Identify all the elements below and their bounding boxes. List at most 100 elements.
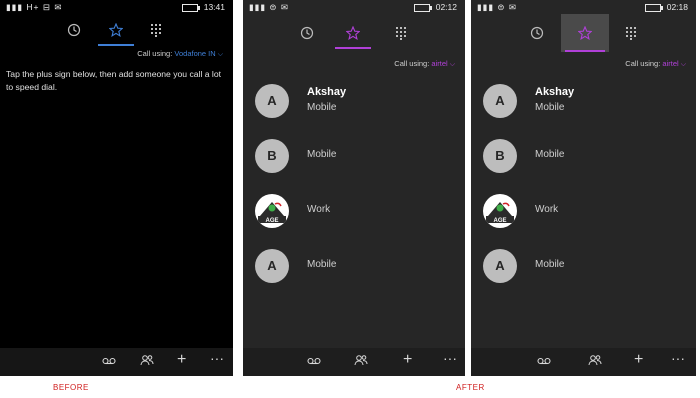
- contact-name: Akshay: [307, 86, 347, 98]
- tab-speed-dial[interactable]: [561, 14, 609, 52]
- clock: 13:41: [203, 2, 225, 12]
- voicemail-button[interactable]: [307, 354, 321, 368]
- status-bar: ▮▮▮ ⊜ ✉ 02:12: [243, 0, 465, 14]
- speed-dial-contact[interactable]: B Mobile: [255, 139, 455, 179]
- contacts-button[interactable]: [588, 354, 602, 368]
- add-button[interactable]: +: [634, 351, 644, 368]
- tab-history[interactable]: [285, 19, 329, 49]
- svg-text:AGE: AGE: [265, 218, 278, 224]
- people-icon: [140, 355, 154, 366]
- after-phone-screen-1: ▮▮▮ ⊜ ✉ 02:12 Call using: airtel ⌵ A Aksh…: [243, 0, 465, 376]
- history-icon: [300, 26, 314, 40]
- chevron-down-icon: ⌵: [217, 51, 223, 58]
- speed-dial-contact[interactable]: A Akshay Mobile: [483, 84, 683, 124]
- speed-dial-contact[interactable]: A Akshay Mobile: [255, 84, 455, 124]
- call-using-network: airtel: [662, 59, 679, 68]
- tab-speed-dial[interactable]: [94, 16, 138, 46]
- contacts-button[interactable]: [140, 354, 154, 368]
- logo-icon: AGE: [486, 202, 514, 224]
- people-icon: [354, 355, 368, 366]
- plus-icon: +: [634, 351, 644, 368]
- speed-dial-empty-hint: Tap the plus sign below, then add someon…: [6, 69, 221, 92]
- add-button[interactable]: +: [177, 351, 187, 368]
- speed-dial-contact[interactable]: A Mobile: [255, 249, 455, 289]
- voicemail-button[interactable]: [537, 354, 551, 368]
- voicemail-icon: [102, 357, 116, 365]
- avatar: A: [255, 249, 289, 283]
- contact-number-type: Mobile: [307, 259, 337, 270]
- more-icon: ···: [443, 350, 457, 366]
- dialer-tabs: [243, 19, 465, 51]
- avatar: B: [255, 139, 289, 173]
- tab-speed-dial[interactable]: [331, 19, 375, 49]
- clock: 02:18: [666, 2, 688, 12]
- star-icon: [108, 22, 124, 37]
- after-caption: AFTER: [456, 383, 485, 392]
- call-using-selector[interactable]: Call using: airtel ⌵: [394, 59, 455, 69]
- active-tab-indicator: [335, 47, 371, 49]
- contacts-button[interactable]: [354, 354, 368, 368]
- call-using-network: Vodafone IN: [174, 49, 216, 58]
- speed-dial-contact[interactable]: AGE Work: [255, 194, 455, 234]
- call-using-network: airtel: [431, 59, 448, 68]
- plus-icon: +: [177, 351, 187, 368]
- more-button[interactable]: ···: [671, 351, 685, 365]
- star-icon: [345, 25, 361, 40]
- dialer-tabs: [0, 16, 233, 48]
- more-button[interactable]: ···: [210, 351, 224, 365]
- tab-keypad[interactable]: [134, 16, 178, 46]
- plus-icon: +: [403, 351, 413, 368]
- app-bar: + ···: [0, 348, 233, 376]
- active-tab-indicator: [565, 50, 605, 52]
- avatar: A: [483, 84, 517, 118]
- logo-icon: AGE: [258, 202, 286, 224]
- tab-history[interactable]: [52, 16, 96, 46]
- status-right: 02:18: [644, 2, 688, 12]
- contact-name: Akshay: [535, 86, 575, 98]
- avatar: A: [483, 249, 517, 283]
- speed-dial-contact[interactable]: AGE Work: [483, 194, 683, 234]
- avatar: AGE: [483, 194, 517, 228]
- call-using-selector[interactable]: Call using: Vodafone IN ⌵: [137, 49, 223, 59]
- contact-number-type: Work: [535, 204, 559, 215]
- history-icon: [67, 23, 81, 37]
- call-using-label: Call using:: [625, 59, 661, 68]
- battery-icon: [644, 3, 663, 12]
- app-bar: + ···: [243, 348, 465, 376]
- more-button[interactable]: ···: [443, 351, 457, 365]
- voicemail-icon: [307, 357, 321, 365]
- before-phone-screen: ▮▮▮ H+ ⊟ ✉ 13:41 Call using: Vodafone IN…: [0, 0, 233, 376]
- keypad-icon: [396, 27, 406, 40]
- signal-indicator: ▮▮▮ ⊜ ✉: [477, 2, 517, 12]
- tab-keypad[interactable]: [379, 19, 423, 49]
- chevron-down-icon: ⌵: [449, 61, 455, 68]
- battery-icon: [413, 3, 432, 12]
- contact-number-type: Mobile: [307, 149, 337, 160]
- signal-indicator: ▮▮▮ H+ ⊟ ✉: [6, 2, 63, 12]
- call-using-selector[interactable]: Call using: airtel ⌵: [625, 59, 686, 69]
- status-right: 02:12: [413, 2, 457, 12]
- before-caption: BEFORE: [53, 383, 89, 392]
- tab-history[interactable]: [515, 19, 559, 49]
- more-icon: ···: [671, 350, 685, 366]
- contact-number-type: Mobile: [535, 259, 565, 270]
- status-bar: ▮▮▮ H+ ⊟ ✉ 13:41: [0, 0, 233, 14]
- keypad-icon: [151, 24, 161, 37]
- avatar: B: [483, 139, 517, 173]
- add-button[interactable]: +: [403, 351, 413, 368]
- avatar: AGE: [255, 194, 289, 228]
- signal-indicator: ▮▮▮ ⊜ ✉: [249, 2, 289, 12]
- speed-dial-contact[interactable]: B Mobile: [483, 139, 683, 179]
- active-tab-indicator: [98, 44, 134, 46]
- tab-keypad[interactable]: [609, 19, 653, 49]
- app-bar: + ···: [471, 348, 696, 376]
- clock: 02:12: [435, 2, 457, 12]
- keypad-icon: [626, 27, 636, 40]
- contact-number-type: Work: [307, 204, 331, 215]
- contact-number-type: Mobile: [307, 102, 337, 113]
- dialer-tabs: [471, 14, 696, 52]
- call-using-label: Call using:: [394, 59, 430, 68]
- speed-dial-contact[interactable]: A Mobile: [483, 249, 683, 289]
- people-icon: [588, 355, 602, 366]
- voicemail-button[interactable]: [102, 354, 116, 368]
